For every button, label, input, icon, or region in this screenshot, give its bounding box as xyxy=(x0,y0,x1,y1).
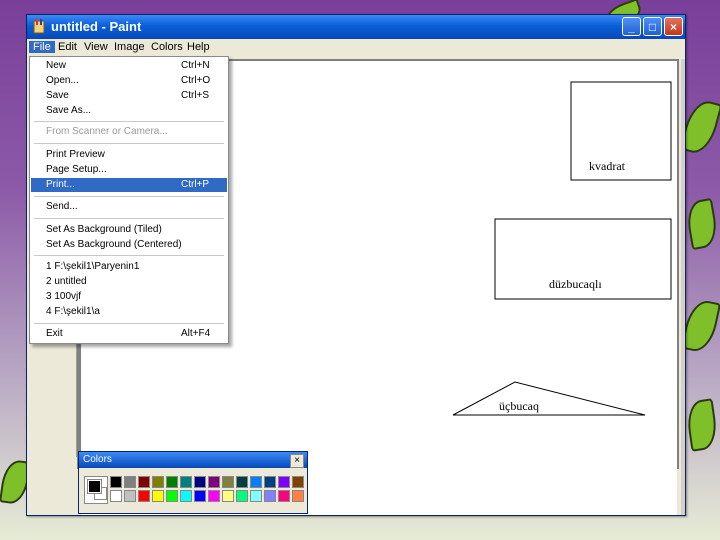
menu-file[interactable]: File xyxy=(29,41,55,53)
menu-item-recent-3[interactable]: 3 100vjf xyxy=(31,290,227,304)
triangle-shape xyxy=(452,381,646,416)
menu-item-send[interactable]: Send... xyxy=(31,200,227,214)
color-swatch[interactable] xyxy=(194,476,206,488)
color-swatch[interactable] xyxy=(236,490,248,502)
menu-separator xyxy=(34,323,224,324)
color-swatch[interactable] xyxy=(292,490,304,502)
label-kvadrat: kvadrat xyxy=(589,159,625,173)
color-swatch[interactable] xyxy=(236,476,248,488)
color-swatch[interactable] xyxy=(110,476,122,488)
decorative-leaf xyxy=(684,398,720,452)
foreground-color[interactable] xyxy=(87,479,102,494)
menu-item-recent-2[interactable]: 2 untitled xyxy=(31,275,227,289)
color-swatch[interactable] xyxy=(124,490,136,502)
menu-separator xyxy=(34,218,224,219)
color-swatch[interactable] xyxy=(264,476,276,488)
maximize-icon: □ xyxy=(648,20,657,34)
title-bar[interactable]: untitled - Paint _ □ × xyxy=(27,15,685,39)
menu-item-print[interactable]: Print... Ctrl+P xyxy=(31,178,227,192)
minimize-icon: _ xyxy=(628,20,635,34)
color-swatch[interactable] xyxy=(166,490,178,502)
color-swatch[interactable] xyxy=(292,476,304,488)
menu-separator xyxy=(34,143,224,144)
color-swatch[interactable] xyxy=(166,476,178,488)
color-swatch[interactable] xyxy=(110,490,122,502)
color-swatch[interactable] xyxy=(250,476,262,488)
decorative-leaf xyxy=(680,297,720,355)
decorative-leaf xyxy=(684,197,720,251)
color-swatch[interactable] xyxy=(208,490,220,502)
menu-item-page-setup[interactable]: Page Setup... xyxy=(31,163,227,177)
menu-edit[interactable]: Edit xyxy=(54,41,81,53)
menu-colors[interactable]: Colors xyxy=(147,41,187,53)
menu-item-exit[interactable]: Exit Alt+F4 xyxy=(31,327,227,341)
menu-bar: File Edit View Image Colors Help xyxy=(27,39,685,57)
menu-item-from-scanner: From Scanner or Camera... xyxy=(46,126,168,137)
colors-panel-title-bar[interactable]: Colors × xyxy=(79,452,307,468)
colors-panel-close-button[interactable]: × xyxy=(290,454,304,468)
menu-item-recent-4[interactable]: 4 F:\şekil1\a xyxy=(31,305,227,319)
menu-item-save[interactable]: Save Ctrl+S xyxy=(31,89,227,103)
menu-item-save-as[interactable]: Save As... xyxy=(31,104,227,118)
menu-item-new[interactable]: New Ctrl+N xyxy=(31,59,227,73)
close-icon: × xyxy=(294,455,300,466)
color-swatch[interactable] xyxy=(152,476,164,488)
paint-app-icon xyxy=(33,19,45,34)
color-swatch[interactable] xyxy=(152,490,164,502)
menu-item-bg-tiled[interactable]: Set As Background (Tiled) xyxy=(31,223,227,237)
color-swatch[interactable] xyxy=(138,490,150,502)
menu-separator xyxy=(34,196,224,197)
label-duzbucaqli: düzbucaqlı xyxy=(549,277,602,291)
color-swatch[interactable] xyxy=(124,476,136,488)
menu-separator xyxy=(34,121,224,122)
color-swatch[interactable] xyxy=(138,476,150,488)
file-menu-dropdown: New Ctrl+N Open... Ctrl+O Save Ctrl+S Save … xyxy=(29,56,229,344)
color-swatch[interactable] xyxy=(222,490,234,502)
close-button[interactable]: × xyxy=(664,17,683,36)
color-swatch[interactable] xyxy=(194,490,206,502)
menu-item-print-preview[interactable]: Print Preview xyxy=(31,148,227,162)
label-ucbucaq: üçbucaq xyxy=(499,399,539,413)
current-colors xyxy=(84,476,108,504)
color-swatch[interactable] xyxy=(264,490,276,502)
colors-panel: Colors × xyxy=(78,451,308,514)
menu-image[interactable]: Image xyxy=(110,41,149,53)
color-swatch[interactable] xyxy=(180,476,192,488)
color-swatch[interactable] xyxy=(278,490,290,502)
menu-item-open[interactable]: Open... Ctrl+O xyxy=(31,74,227,88)
close-icon: × xyxy=(669,20,677,34)
menu-help[interactable]: Help xyxy=(183,41,214,53)
menu-separator xyxy=(34,255,224,256)
colors-panel-title: Colors xyxy=(83,454,112,465)
color-swatch[interactable] xyxy=(222,476,234,488)
menu-item-recent-1[interactable]: 1 F:\şekil1\Paryenin1 xyxy=(31,260,227,274)
maximize-button[interactable]: □ xyxy=(643,17,662,36)
color-swatch[interactable] xyxy=(250,490,262,502)
menu-view[interactable]: View xyxy=(80,41,112,53)
color-swatch[interactable] xyxy=(278,476,290,488)
vertical-scrollbar[interactable] xyxy=(681,59,685,515)
color-swatch[interactable] xyxy=(180,490,192,502)
window-title: untitled - Paint xyxy=(51,19,142,34)
color-swatch[interactable] xyxy=(208,476,220,488)
minimize-button[interactable]: _ xyxy=(622,17,641,36)
menu-item-bg-centered[interactable]: Set As Background (Centered) xyxy=(31,238,227,252)
